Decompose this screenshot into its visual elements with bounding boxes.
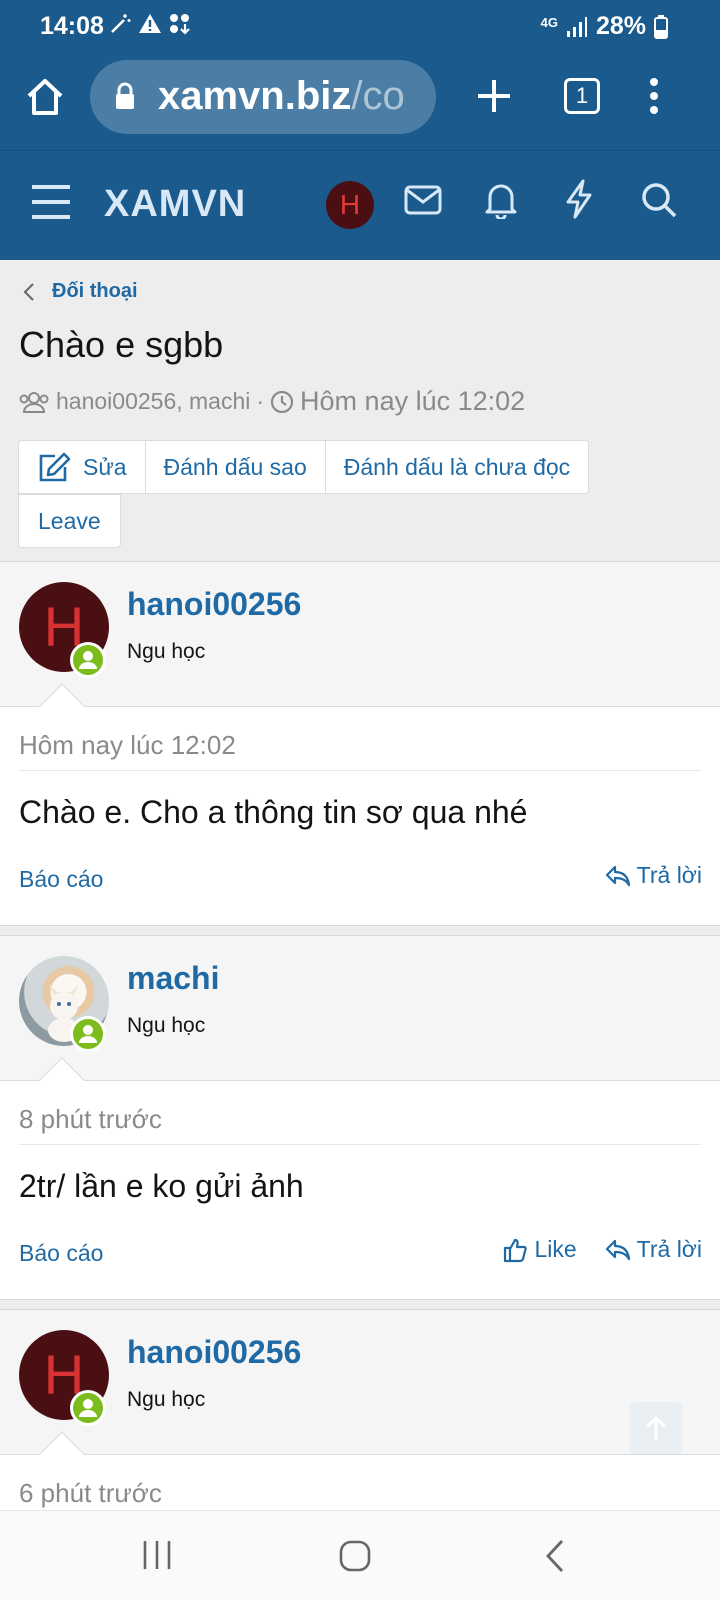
hamburger-menu-icon[interactable]: [30, 183, 72, 221]
status-notification-icons: [108, 12, 192, 36]
address-bar[interactable]: xamvn.biz/co: [90, 60, 436, 134]
message-text: 2tr/ lần e ko gửi ảnh: [19, 1168, 304, 1204]
scroll-to-top-button[interactable]: [630, 1402, 682, 1454]
speech-caret: [39, 1431, 85, 1477]
message: H hanoi00256 Ngu học Hôm nay lúc 12:02 C…: [0, 561, 720, 926]
message: machi Ngu học 8 phút trước 2tr/ lần e ko…: [0, 935, 720, 1300]
like-button[interactable]: Like: [502, 1236, 577, 1263]
conversation-time: Hôm nay lúc 12:02: [300, 386, 526, 416]
chevron-left-icon: [23, 282, 34, 301]
lock-icon: [116, 82, 134, 109]
conversation-meta: hanoi00256, machi · Hôm nay lúc 12:02: [18, 386, 525, 417]
url-domain: xamvn.biz: [158, 74, 352, 118]
message-user-bar: H hanoi00256 Ngu học: [0, 1310, 720, 1477]
star-button[interactable]: Đánh dấu sao: [145, 440, 326, 494]
battery-percent: 28%: [595, 12, 646, 40]
conversation-actions: Sửa Đánh dấu sao Đánh dấu là chưa đọc: [18, 440, 590, 494]
edit-label: Sửa: [83, 453, 127, 480]
username[interactable]: machi: [127, 960, 219, 997]
reply-button[interactable]: Trả lời: [605, 862, 702, 889]
clock-icon: [270, 390, 294, 413]
report-link[interactable]: Báo cáo: [19, 866, 103, 893]
user-avatar-button[interactable]: H: [326, 181, 374, 229]
users-icon: [19, 391, 49, 413]
message-actions: Like Trả lời: [502, 1236, 702, 1263]
magic-wand-icon: [111, 14, 131, 33]
message-time[interactable]: 6 phút trước: [19, 1478, 162, 1509]
leave-button[interactable]: Leave: [18, 494, 121, 548]
participants[interactable]: hanoi00256, machi: [56, 388, 250, 415]
reply-label: Trả lời: [636, 862, 702, 888]
breadcrumb-label[interactable]: Đối thoại: [52, 280, 138, 303]
message-user-bar: machi Ngu học: [0, 936, 720, 1103]
reply-icon: [605, 865, 630, 886]
site-header: XAMVN H: [0, 150, 720, 260]
signal-icon: [566, 16, 587, 37]
online-status-icon: [70, 642, 106, 678]
speech-caret: [39, 1057, 85, 1103]
arrow-up-icon: [645, 1415, 667, 1440]
search-icon[interactable]: [640, 181, 678, 219]
reply-button[interactable]: Trả lời: [605, 1236, 702, 1263]
user-title: Ngu học: [127, 1014, 206, 1037]
status-bar: 14:08 4G 28%: [0, 0, 720, 52]
recent-apps-icon[interactable]: [142, 1539, 172, 1571]
user-title: Ngu học: [127, 1388, 206, 1411]
reply-icon: [605, 1239, 630, 1260]
inbox-icon[interactable]: [404, 185, 442, 215]
message-time[interactable]: Hôm nay lúc 12:02: [19, 730, 236, 761]
system-nav-bar: [0, 1510, 720, 1600]
home-icon[interactable]: [24, 76, 66, 118]
online-status-icon: [70, 1390, 106, 1426]
lightning-icon[interactable]: [564, 179, 594, 219]
battery-icon: [654, 14, 668, 39]
message-actions: Trả lời: [605, 862, 702, 889]
user-title: Ngu học: [127, 640, 206, 663]
bell-icon[interactable]: [484, 181, 518, 219]
new-tab-icon[interactable]: [474, 76, 514, 116]
username[interactable]: hanoi00256: [127, 1334, 301, 1371]
report-link[interactable]: Báo cáo: [19, 1240, 103, 1267]
thumbs-up-icon: [504, 1238, 528, 1262]
download-icon: [170, 14, 190, 35]
message-text: Chào e. Cho a thông tin sơ qua nhé: [19, 794, 528, 830]
network-type: 4G: [540, 15, 558, 30]
message-time[interactable]: 8 phút trước: [19, 1104, 162, 1135]
home-nav-icon[interactable]: [338, 1539, 372, 1573]
tab-count-button[interactable]: 1: [564, 78, 600, 114]
warning-icon: [139, 14, 161, 33]
status-time: 14:08: [40, 12, 104, 40]
message-user-bar: H hanoi00256 Ngu học: [0, 562, 720, 729]
username[interactable]: hanoi00256: [127, 586, 301, 623]
divider: [19, 1144, 701, 1145]
meta-separator: ·: [256, 388, 265, 414]
message: H hanoi00256 Ngu học 6 phút trước: [0, 1309, 720, 1519]
like-label: Like: [534, 1236, 577, 1262]
reply-label: Trả lời: [636, 1236, 702, 1262]
speech-caret: [39, 683, 85, 729]
browser-toolbar: xamvn.biz/co 1: [0, 52, 720, 150]
online-status-icon: [70, 1016, 106, 1052]
breadcrumb[interactable]: Đối thoại: [22, 280, 138, 303]
url-path: /co: [351, 74, 405, 118]
site-logo[interactable]: XAMVN: [104, 183, 246, 226]
url-text: xamvn.biz/co: [158, 74, 405, 119]
status-system-icons: 4G 28%: [541, 12, 668, 41]
page-title: Chào e sgbb: [19, 324, 224, 365]
edit-icon: [39, 452, 71, 482]
edit-button[interactable]: Sửa: [18, 440, 146, 494]
divider: [19, 770, 701, 771]
mark-unread-button[interactable]: Đánh dấu là chưa đọc: [325, 440, 590, 494]
back-icon[interactable]: [544, 1539, 566, 1573]
more-menu-icon[interactable]: [642, 76, 666, 116]
